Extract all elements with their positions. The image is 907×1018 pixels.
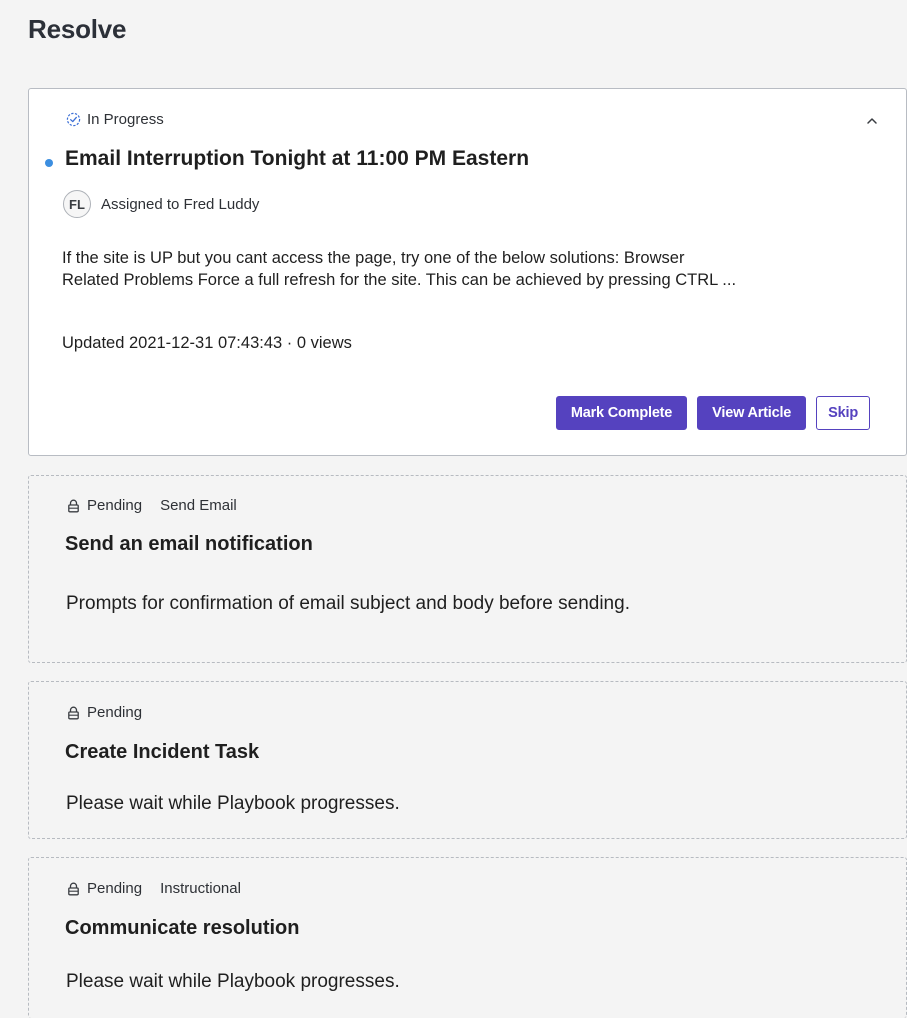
view-article-button[interactable]: View Article <box>697 396 807 430</box>
task-description: Prompts for confirmation of email subjec… <box>66 593 630 614</box>
lock-icon <box>65 498 81 514</box>
task-description: Please wait while Playbook progresses. <box>66 793 400 814</box>
excerpt-line: If the site is UP but you cant access th… <box>62 249 685 267</box>
status-label: Pending <box>87 497 143 514</box>
excerpt-line: Related Problems Force a full refresh fo… <box>62 271 737 289</box>
status-label: In Progress <box>87 111 164 128</box>
active-task-card: In Progress Email Interruption Tonight a… <box>28 88 907 456</box>
mark-complete-button[interactable]: Mark Complete <box>555 396 688 430</box>
lock-icon <box>65 881 81 897</box>
article-excerpt: If the site is UP but you cant access th… <box>62 247 892 291</box>
updated-meta: Updated 2021-12-31 07:43:43 · 0 views <box>62 334 352 352</box>
action-buttons: Mark Complete View Article Skip <box>555 396 870 430</box>
task-description: Please wait while Playbook progresses. <box>66 971 400 992</box>
top-edge <box>0 0 907 6</box>
status-row: Pending <box>65 704 142 721</box>
task-type-tag: Instructional <box>160 880 241 897</box>
assignee-label: Assigned to Fred Luddy <box>101 195 260 213</box>
page-title: Resolve <box>28 14 127 44</box>
pending-task-card: Pending Create Incident Task Please wait… <box>28 681 907 839</box>
avatar: FL <box>63 190 91 218</box>
status-label: Pending <box>87 880 143 897</box>
pending-task-card: Pending Send Email Send an email notific… <box>28 475 907 663</box>
task-title: Create Incident Task <box>65 741 260 763</box>
in-progress-icon <box>65 112 81 128</box>
status-row: Pending Instructional <box>65 880 241 897</box>
status-row: In Progress <box>65 111 164 128</box>
chevron-up-icon[interactable] <box>864 113 880 129</box>
unread-dot <box>45 159 53 167</box>
status-row: Pending Send Email <box>65 497 237 514</box>
pending-task-card: Pending Instructional Communicate resolu… <box>28 857 907 1018</box>
task-title[interactable]: Email Interruption Tonight at 11:00 PM E… <box>65 147 529 171</box>
task-title: Communicate resolution <box>65 917 300 939</box>
status-label: Pending <box>87 704 143 721</box>
assignee: FL Assigned to Fred Luddy <box>63 190 259 218</box>
skip-button[interactable]: Skip <box>816 396 870 430</box>
lock-icon <box>65 705 81 721</box>
task-type-tag: Send Email <box>160 497 237 514</box>
task-title: Send an email notification <box>65 533 313 555</box>
